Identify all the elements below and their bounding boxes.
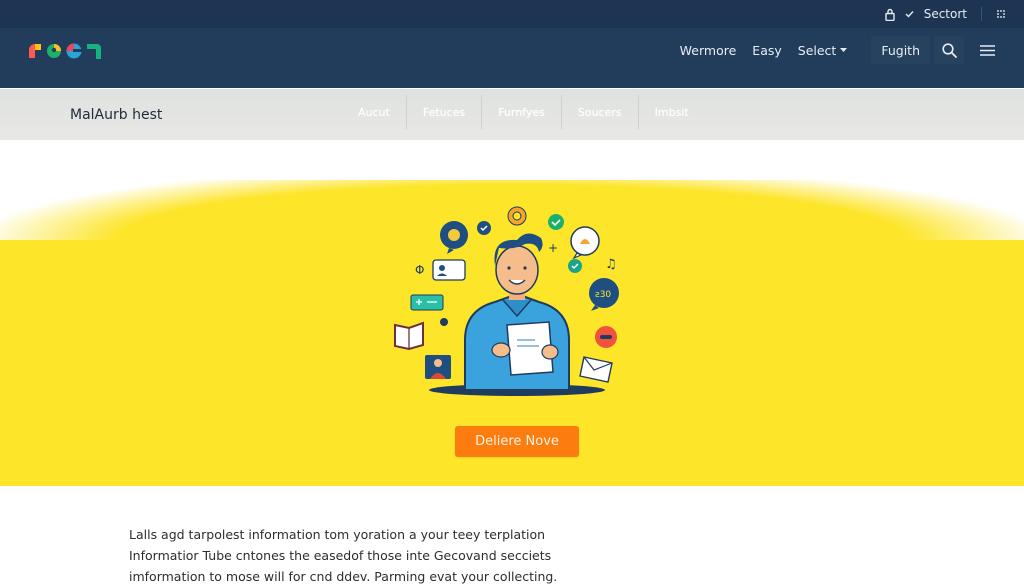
main-nav: Wermore Easy Select Fugith (672, 36, 1002, 64)
hero-cta-button[interactable]: Deliere Nove (455, 426, 579, 457)
chat-emoji-icon (595, 326, 617, 348)
hamburger-menu-icon (979, 44, 995, 56)
lock-icon[interactable] (885, 8, 895, 21)
check-badge-green-icon (548, 214, 564, 230)
site-brand[interactable]: MalAurb hest (70, 107, 162, 123)
svg-text:ƨ30: ƨ30 (595, 290, 611, 300)
apps-icon[interactable] (996, 9, 1006, 19)
chat-bell-icon (570, 226, 600, 260)
subnav-fetuces[interactable]: Fetuces (407, 95, 483, 129)
main-header: Wermore Easy Select Fugith (0, 28, 1024, 88)
sub-header: MalAurb hest Aucut Fetuces Furnfyes Souc… (0, 89, 1024, 140)
intro-text: Lalls agd tarpolest information tom yora… (129, 524, 589, 585)
symbol-icon: Φ (415, 263, 424, 277)
profile-photo-icon (425, 355, 451, 379)
user-card-icon (432, 259, 466, 281)
check-badge-teal-icon (568, 259, 582, 273)
text-line: Informatior Tube cntones the easedof tho… (129, 548, 552, 563)
utility-bar: Sectort (0, 0, 1024, 28)
music-note-icon: ♫ (605, 257, 617, 272)
secondary-nav: Aucut Fetuces Furnfyes Soucers Imbsit (342, 95, 705, 129)
text-line: Lalls agd tarpolest information tom yora… (129, 527, 546, 542)
plus-icon: + (548, 241, 558, 255)
hero-illustration: + ♫ Φ ƨ30 (385, 200, 645, 409)
check-badge-icon (477, 221, 491, 235)
check-icon[interactable] (905, 10, 914, 18)
sectort-link[interactable]: Sectort (924, 7, 967, 21)
subnav-soucers[interactable]: Soucers (562, 95, 639, 129)
caret-down-icon (840, 48, 848, 52)
divider (981, 7, 982, 21)
multicolor-logo[interactable] (27, 42, 103, 60)
dot (440, 318, 448, 326)
envelope-icon (579, 356, 613, 383)
nav-easy[interactable]: Easy (744, 43, 789, 58)
utility-actions: Sectort (885, 0, 1006, 28)
gear-icon (507, 206, 527, 226)
logo-icon (29, 43, 101, 59)
search-button[interactable] (934, 36, 964, 64)
subnav-aucut[interactable]: Aucut (342, 95, 407, 129)
text-line: imformation to mose will for cnd ddev. P… (129, 569, 558, 584)
book-icon (394, 321, 424, 351)
nav-select-label: Select (797, 42, 837, 58)
nav-select-dropdown[interactable]: Select (790, 43, 856, 58)
menu-button[interactable] (972, 36, 1002, 64)
fugith-button[interactable]: Fugith (871, 36, 930, 64)
nav-wermore[interactable]: Wermore (672, 43, 745, 58)
subnav-furnfyes[interactable]: Furnfyes (482, 95, 562, 129)
subnav-imbsit[interactable]: Imbsit (639, 95, 705, 129)
chat-support-icon (440, 221, 468, 254)
calculator-icon (410, 294, 444, 311)
search-icon (941, 42, 957, 58)
chat-bubble-icon: ƨ30 (589, 278, 619, 311)
